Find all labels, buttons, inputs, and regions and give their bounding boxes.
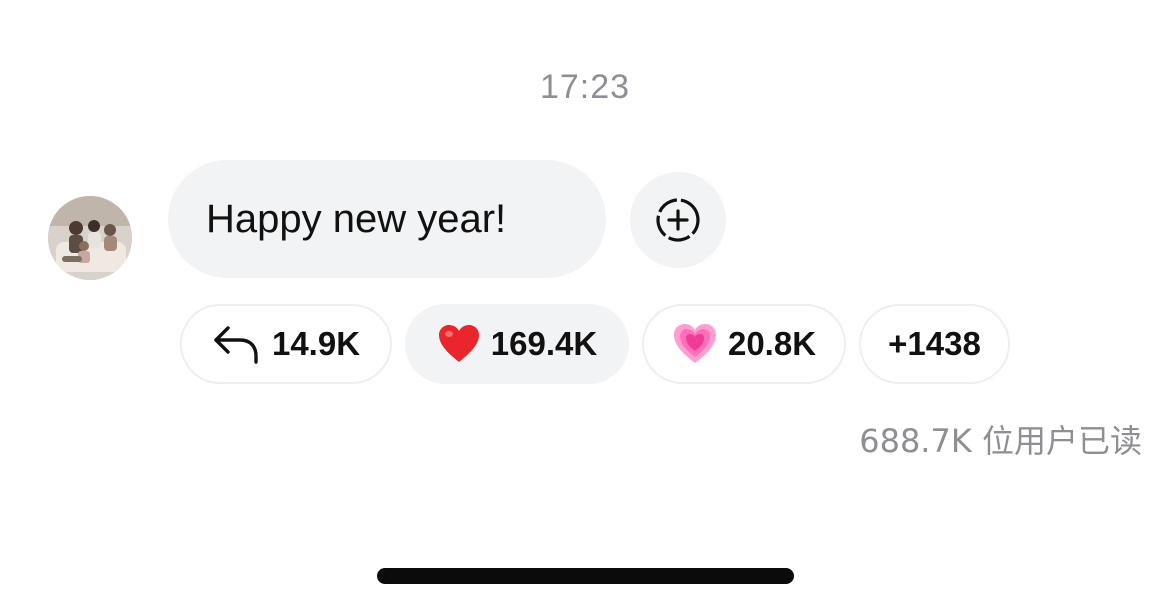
- add-reaction-button[interactable]: [630, 172, 726, 268]
- reaction-count: 14.9K: [271, 325, 361, 362]
- message-text: Happy new year!: [206, 196, 507, 241]
- avatar-photo: [48, 196, 132, 280]
- more-reactions-count: +1438: [888, 325, 981, 362]
- message-bubble[interactable]: Happy new year!: [168, 160, 606, 278]
- reaction-chip-red-heart[interactable]: 169.4K: [405, 304, 629, 384]
- red-heart-icon: [438, 325, 479, 362]
- home-indicator[interactable]: [377, 568, 794, 584]
- add-reaction-icon: [656, 198, 700, 242]
- message-timestamp: 17:23: [539, 68, 631, 106]
- reaction-chip-growing-heart[interactable]: 20.8K: [642, 304, 846, 384]
- read-receipt: 688.7K 位用户已读: [859, 422, 1142, 460]
- reaction-chip-reply[interactable]: 14.9K: [180, 304, 392, 384]
- reaction-count: 169.4K: [490, 325, 598, 362]
- reaction-count: 20.8K: [727, 325, 817, 362]
- growing-heart-icon: [673, 324, 716, 363]
- reply-arrow-icon: [214, 326, 258, 364]
- sender-avatar[interactable]: [48, 196, 132, 280]
- reaction-chip-more[interactable]: +1438: [859, 304, 1010, 384]
